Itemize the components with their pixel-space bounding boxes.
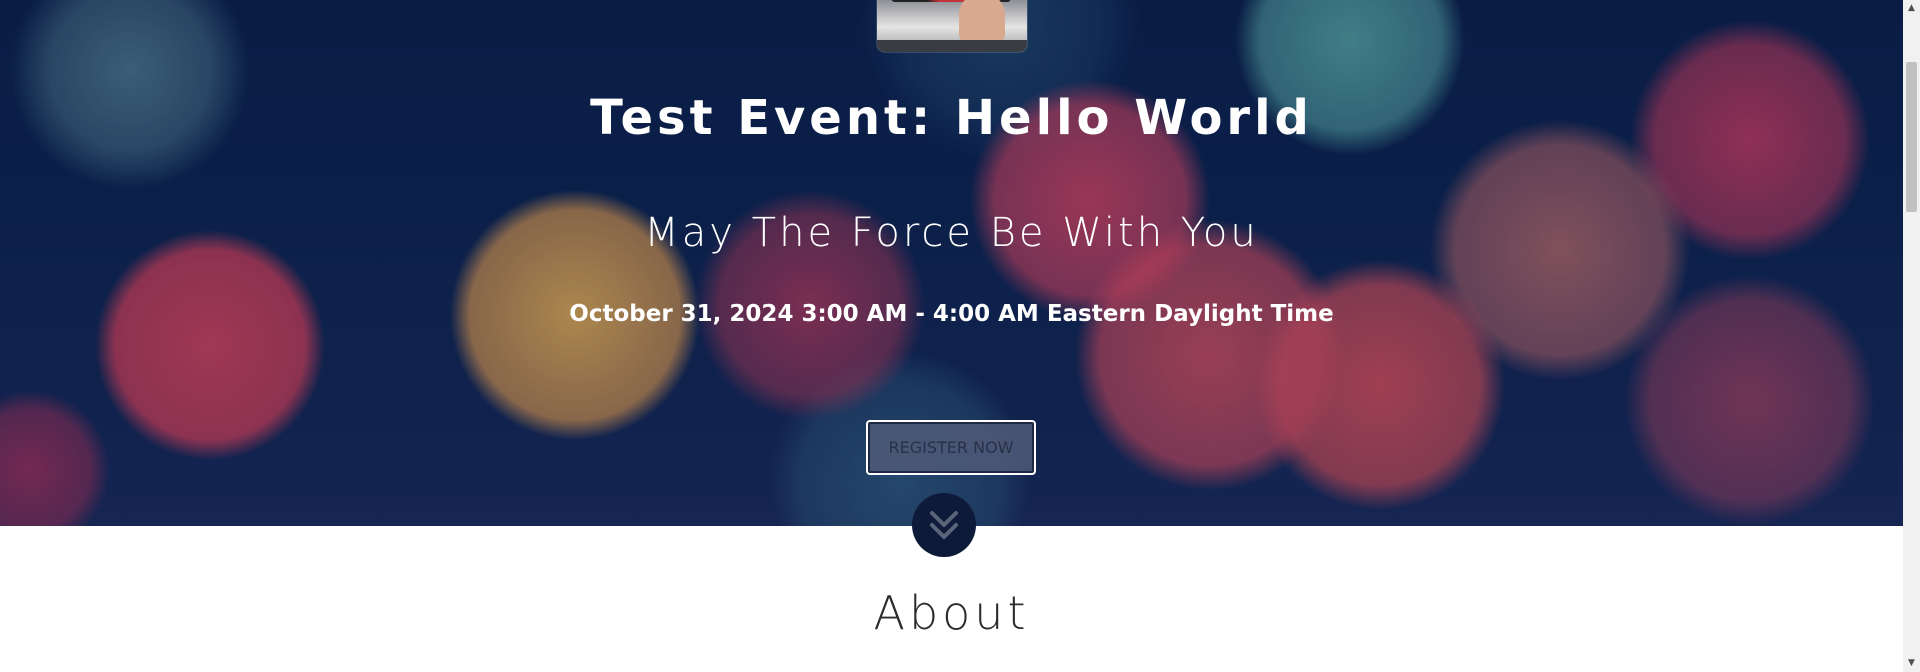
thumbnail-base — [877, 40, 1027, 52]
scroll-down-button[interactable] — [912, 493, 976, 557]
about-heading: About — [873, 586, 1030, 640]
scroll-up-arrow-icon[interactable]: ▲ — [1903, 0, 1920, 17]
register-now-button[interactable]: REGISTER NOW — [866, 420, 1036, 475]
event-title: Test Event: Hello World — [590, 90, 1313, 146]
browser-viewport: Test Event: Hello World May The Force Be… — [0, 0, 1920, 672]
thumbnail-hand — [959, 0, 1005, 44]
event-subtitle: May The Force Be With You — [644, 210, 1259, 256]
scrollbar-thumb[interactable] — [1906, 62, 1917, 212]
event-thumbnail-image — [877, 0, 1027, 52]
vertical-scrollbar[interactable]: ▲ ▼ — [1903, 0, 1920, 672]
event-page: Test Event: Hello World May The Force Be… — [0, 0, 1903, 672]
hero-banner: Test Event: Hello World May The Force Be… — [0, 0, 1903, 526]
event-date-time: October 31, 2024 3:00 AM - 4:00 AM Easte… — [569, 301, 1334, 327]
chevron-double-down-icon — [930, 511, 958, 539]
scroll-down-arrow-icon[interactable]: ▼ — [1903, 655, 1920, 672]
